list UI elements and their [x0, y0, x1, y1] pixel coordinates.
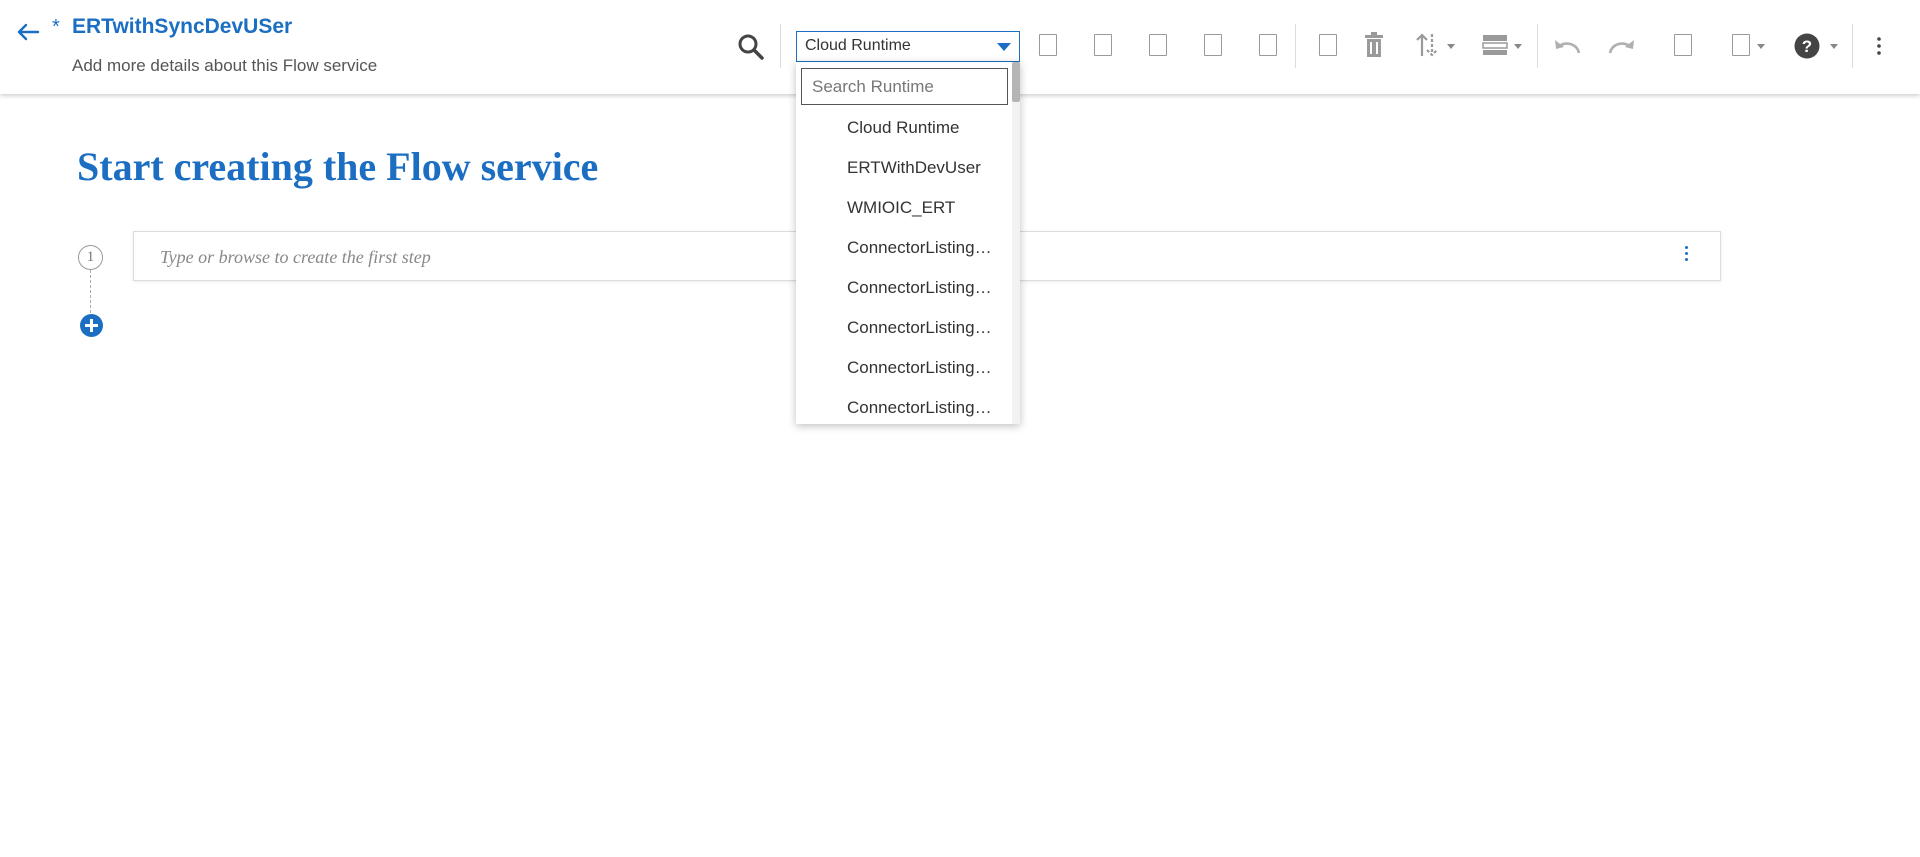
toolbar-icon-1[interactable] [1039, 34, 1057, 56]
add-step-icon[interactable] [80, 314, 103, 337]
runtime-search-input[interactable] [801, 68, 1008, 105]
runtime-option[interactable]: ConnectorListing… [796, 388, 1012, 424]
runtime-option[interactable]: Cloud Runtime [796, 108, 1012, 148]
toolbar-divider [1295, 24, 1296, 68]
service-title[interactable]: ERTwithSyncDevUSer [72, 15, 292, 39]
runtime-select[interactable]: Cloud Runtime [796, 31, 1020, 62]
toolbar-icon-4[interactable] [1204, 34, 1222, 56]
service-description[interactable]: Add more details about this Flow service [72, 56, 377, 76]
toolbar-divider [780, 24, 781, 68]
unsaved-indicator: * [52, 16, 60, 38]
chevron-down-icon[interactable] [1757, 44, 1765, 49]
toolbar-icon-2[interactable] [1094, 34, 1112, 56]
help-icon[interactable]: ? [1794, 33, 1820, 59]
runtime-option[interactable]: ConnectorListing… [796, 308, 1012, 348]
redo-icon[interactable] [1608, 36, 1636, 56]
scrollbar-thumb[interactable] [1012, 62, 1020, 102]
sort-arrows-icon[interactable] [1415, 32, 1439, 58]
toolbar-icon-7[interactable] [1674, 34, 1692, 56]
search-icon[interactable] [736, 32, 766, 62]
back-arrow-icon[interactable] [14, 20, 42, 44]
more-vertical-icon[interactable] [1876, 36, 1882, 56]
chevron-down-icon[interactable] [1830, 44, 1838, 49]
runtime-dropdown: Cloud Runtime ERTWithDevUser WMIOIC_ERT … [796, 62, 1020, 424]
chevron-down-icon[interactable] [1514, 44, 1522, 49]
runtime-option[interactable]: ConnectorListing… [796, 348, 1012, 388]
runtime-option[interactable]: WMIOIC_ERT [796, 188, 1012, 228]
step-connector [90, 270, 91, 313]
toolbar-divider [1537, 24, 1538, 68]
more-vertical-icon[interactable] [1683, 246, 1689, 266]
toolbar-icon-3[interactable] [1149, 34, 1167, 56]
toolbar-icon-6[interactable] [1319, 34, 1337, 56]
runtime-option[interactable]: ConnectorListing… [796, 268, 1012, 308]
svg-text:?: ? [1802, 37, 1812, 56]
toolbar-icon-8[interactable] [1732, 34, 1750, 56]
step-number: 1 [78, 245, 103, 270]
layout-icon[interactable] [1482, 34, 1508, 56]
undo-icon[interactable] [1553, 36, 1581, 56]
page-title: Start creating the Flow service [77, 144, 599, 189]
runtime-select-value: Cloud Runtime [805, 37, 911, 54]
dropdown-scrollbar[interactable] [1012, 62, 1020, 424]
chevron-down-icon [997, 43, 1011, 51]
runtime-option-list: Cloud Runtime ERTWithDevUser WMIOIC_ERT … [796, 108, 1012, 424]
runtime-option[interactable]: ERTWithDevUser [796, 148, 1012, 188]
chevron-down-icon[interactable] [1447, 44, 1455, 49]
trash-icon[interactable] [1363, 32, 1385, 58]
runtime-option[interactable]: ConnectorListing… [796, 228, 1012, 268]
toolbar-icon-5[interactable] [1259, 34, 1277, 56]
toolbar-divider [1852, 24, 1853, 68]
